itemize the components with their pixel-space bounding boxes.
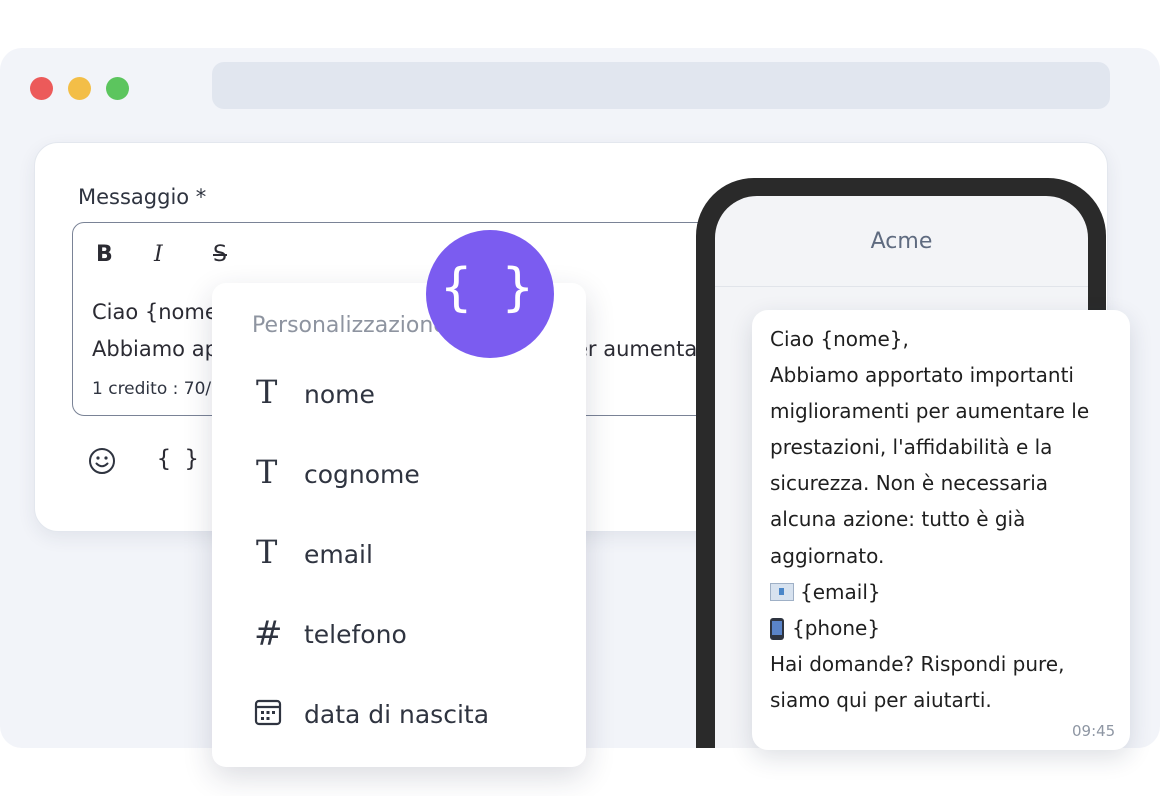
insert-variable-button[interactable]: { } bbox=[157, 446, 199, 472]
bubble-line: sicurezza. Non è necessaria bbox=[770, 471, 1049, 495]
text-icon: T bbox=[256, 373, 278, 411]
italic-button[interactable]: I bbox=[154, 242, 163, 267]
email-variable: {email} bbox=[800, 580, 881, 604]
bold-button[interactable]: B bbox=[96, 242, 113, 267]
personalization-title: Personalizzazione bbox=[252, 313, 447, 338]
phone-variable: {phone} bbox=[792, 616, 881, 640]
variable-item-telefono[interactable]: # telefono bbox=[252, 612, 572, 662]
minimize-window-dot[interactable] bbox=[68, 77, 91, 100]
personalization-fab[interactable]: { } bbox=[426, 230, 554, 358]
text-icon: T bbox=[256, 533, 278, 571]
bubble-line: Ciao {nome}, bbox=[770, 327, 909, 351]
message-label: Messaggio * bbox=[78, 185, 207, 209]
braces-icon: { } bbox=[439, 258, 541, 318]
chat-header: Acme bbox=[715, 196, 1088, 287]
emoji-icon[interactable] bbox=[88, 447, 116, 475]
editor-text-line: Abbiamo ap bbox=[92, 337, 218, 361]
bubble-phone-line: {phone} bbox=[770, 616, 880, 641]
variable-label: data di nascita bbox=[304, 700, 490, 729]
calendar-icon bbox=[252, 696, 288, 732]
editor-text-line: Ciao {nome} bbox=[92, 300, 232, 324]
address-bar[interactable] bbox=[212, 62, 1110, 109]
bubble-line: Hai domande? Rispondi pure, bbox=[770, 652, 1065, 676]
hash-icon: # bbox=[254, 614, 283, 654]
bubble-line: siamo qui per aiutarti. bbox=[770, 688, 992, 712]
variable-label: email bbox=[304, 540, 373, 569]
bubble-email-line: {email} bbox=[770, 580, 881, 604]
variable-item-cognome[interactable]: T cognome bbox=[252, 452, 572, 502]
bubble-line: alcuna azione: tutto è già bbox=[770, 507, 1026, 531]
credit-counter: 1 credito : 70/ bbox=[92, 379, 212, 399]
bubble-line: prestazioni, l'affidabilità e la bbox=[770, 435, 1053, 459]
variable-item-email[interactable]: T email bbox=[252, 532, 572, 582]
sender-name: Acme bbox=[870, 229, 933, 254]
variable-label: nome bbox=[304, 380, 375, 409]
text-icon: T bbox=[256, 453, 278, 491]
variable-label: cognome bbox=[304, 460, 420, 489]
editor-text-line: er aumenta bbox=[575, 337, 698, 361]
mobile-phone-icon bbox=[770, 617, 784, 640]
bubble-line: Abbiamo apportato importanti bbox=[770, 363, 1074, 387]
bubble-line: miglioramenti per aumentare le bbox=[770, 399, 1090, 423]
maximize-window-dot[interactable] bbox=[106, 77, 129, 100]
variable-label: telefono bbox=[304, 620, 407, 649]
variable-item-nome[interactable]: T nome bbox=[252, 372, 572, 422]
bubble-line: aggiornato. bbox=[770, 544, 885, 568]
strikethrough-button[interactable]: S bbox=[213, 242, 227, 267]
message-time: 09:45 bbox=[1072, 722, 1116, 740]
close-window-dot[interactable] bbox=[30, 77, 53, 100]
variable-item-data-di-nascita[interactable]: data di nascita bbox=[252, 692, 572, 742]
envelope-icon bbox=[770, 582, 794, 601]
